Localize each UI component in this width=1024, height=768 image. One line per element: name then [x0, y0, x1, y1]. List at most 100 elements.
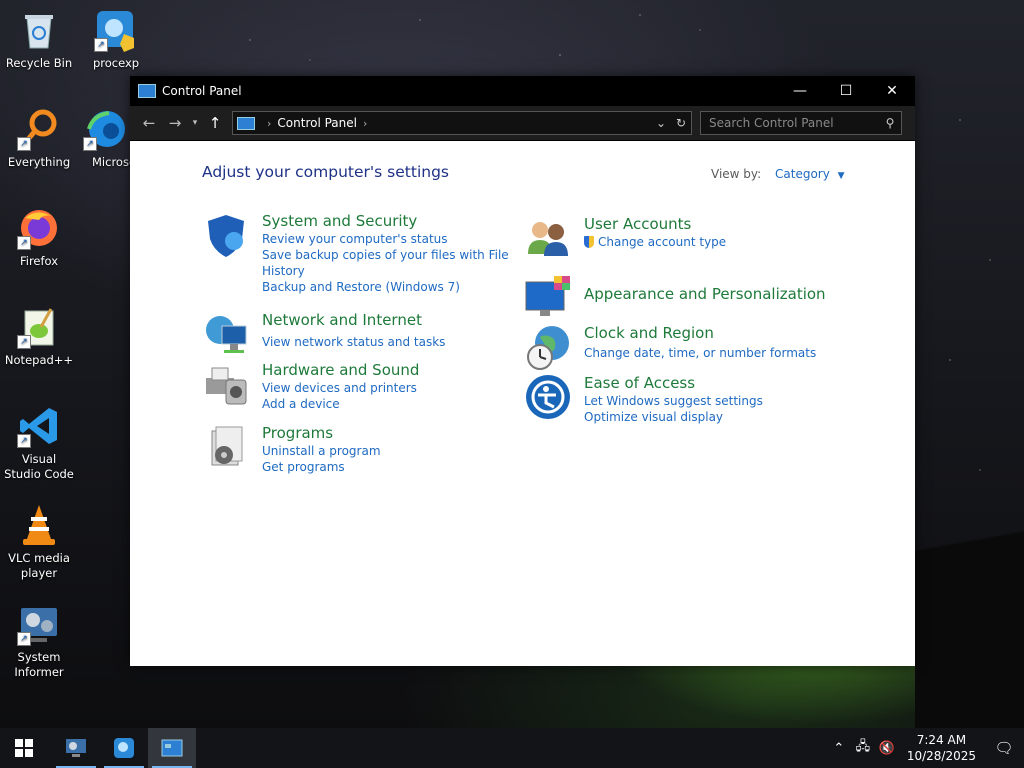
desktop-icon-vscode[interactable]: ↗ Visual Studio Code — [3, 404, 75, 482]
view-by-label: View by: — [711, 167, 762, 181]
programs-icon[interactable] — [202, 423, 250, 471]
notification-icon[interactable]: 🗨 — [984, 739, 1024, 757]
volume-muted-icon[interactable]: 🔇 — [875, 741, 899, 756]
control-panel-content: Adjust your computer's settings View by:… — [130, 141, 915, 666]
shortcut-arrow-icon: ↗ — [17, 434, 31, 448]
address-path[interactable]: › Control Panel › ⌄ ↻ — [232, 111, 692, 135]
category-title[interactable]: Network and Internet — [262, 310, 445, 330]
globe-clock-icon[interactable] — [524, 323, 572, 371]
taskbar-procexp[interactable] — [100, 728, 148, 768]
desktop-icon-notepad-plus-plus[interactable]: ↗ Notepad++ — [3, 305, 75, 368]
procexp-icon: ↗ — [94, 8, 138, 52]
category-title[interactable]: Ease of Access — [584, 373, 763, 393]
forward-arrow-icon[interactable]: → — [162, 110, 188, 136]
shortcut-arrow-icon: ↗ — [17, 137, 31, 151]
desktop-icon-system-informer[interactable]: ↗ System Informer — [3, 602, 75, 680]
category-link[interactable]: Change account type — [584, 234, 726, 250]
minimize-button[interactable]: — — [777, 76, 823, 106]
monitor-palette-icon[interactable] — [524, 274, 572, 322]
clock-time: 7:24 AM — [916, 733, 967, 747]
close-button[interactable]: ✕ — [869, 76, 915, 106]
breadcrumb-chevron-icon[interactable]: › — [363, 117, 367, 130]
view-by: View by: Category ▼ — [711, 167, 845, 181]
recent-locations-chevron-icon[interactable]: ▾ — [188, 110, 202, 136]
category-link[interactable]: History — [262, 263, 509, 279]
category-title[interactable]: Hardware and Sound — [262, 360, 419, 380]
notepad-plus-plus-icon: ↗ — [17, 305, 61, 349]
category-link[interactable]: Backup and Restore (Windows 7) — [262, 279, 509, 295]
search-icon[interactable]: ⚲ — [879, 116, 901, 130]
window-title: Control Panel — [162, 84, 242, 98]
search-input[interactable]: Search Control Panel ⚲ — [700, 111, 902, 135]
category-clock-and-region: Clock and Region Change date, time, or n… — [524, 323, 816, 371]
wallpaper-mountain — [915, 500, 1024, 728]
category-link[interactable]: Get programs — [262, 459, 381, 475]
network-globe-icon[interactable] — [202, 310, 250, 358]
edge-icon: ↗ — [83, 107, 127, 151]
view-by-dropdown[interactable]: Category — [775, 167, 830, 181]
category-title[interactable]: User Accounts — [584, 214, 726, 234]
recycle-bin-icon — [17, 8, 61, 52]
shield-icon[interactable] — [202, 211, 250, 259]
desktop-icon-label: Microsoft Edge — [92, 155, 130, 169]
category-user-accounts: User Accounts Change account type — [524, 214, 726, 262]
users-icon[interactable] — [524, 214, 572, 262]
system-tray: ⌃ 🖧 🔇 7:24 AM 10/28/2025 🗨 — [827, 728, 1024, 768]
chevron-up-icon[interactable]: ⌃ — [827, 741, 851, 756]
vscode-icon: ↗ — [17, 404, 61, 448]
address-bar: ← → ▾ ↑ › Control Panel › ⌄ ↻ Search Con… — [130, 106, 915, 141]
breadcrumb-control-panel[interactable]: Control Panel — [277, 116, 357, 130]
category-programs: Programs Uninstall a program Get program… — [202, 423, 381, 475]
desktop-icon-label: Visual Studio Code — [4, 452, 74, 481]
taskbar-system-informer[interactable] — [52, 728, 100, 768]
category-title[interactable]: Appearance and Personalization — [584, 274, 826, 304]
desktop-icon-vlc[interactable]: VLC media player — [3, 503, 75, 581]
control-panel-icon — [138, 84, 156, 98]
desktop-icon-label: Firefox — [19, 254, 59, 268]
category-link[interactable]: Review your computer's status — [262, 231, 509, 247]
taskbar-control-panel[interactable] — [148, 728, 196, 768]
maximize-button[interactable]: ☐ — [823, 76, 869, 106]
shortcut-arrow-icon: ↗ — [17, 632, 31, 646]
accessibility-icon[interactable] — [524, 373, 572, 421]
shortcut-arrow-icon: ↗ — [83, 137, 97, 151]
printer-icon[interactable] — [202, 360, 250, 408]
category-link[interactable]: Optimize visual display — [584, 409, 763, 425]
desktop-icon-everything[interactable]: ↗ Everything — [3, 107, 75, 170]
category-link[interactable]: View devices and printers — [262, 380, 419, 396]
category-title[interactable]: Programs — [262, 423, 381, 443]
desktop-icon-procexp[interactable]: ↗ procexp — [80, 8, 152, 71]
network-icon[interactable]: 🖧 — [851, 737, 875, 759]
title-bar[interactable]: Control Panel — ☐ ✕ — [130, 76, 915, 106]
refresh-icon[interactable]: ↻ — [671, 116, 691, 130]
desktop-icon-label: Recycle Bin — [5, 56, 73, 70]
category-hardware-and-sound: Hardware and Sound View devices and prin… — [202, 360, 419, 412]
search-placeholder: Search Control Panel — [709, 116, 834, 130]
desktop-icon-edge[interactable]: ↗ Microsoft Edge — [80, 107, 130, 170]
start-button[interactable] — [0, 728, 48, 768]
desktop-icon-label: Notepad++ — [4, 353, 74, 367]
desktop-icon-recycle-bin[interactable]: Recycle Bin — [3, 8, 75, 71]
procexp-icon — [114, 738, 134, 758]
up-arrow-icon[interactable]: ↑ — [202, 110, 228, 136]
page-title: Adjust your computer's settings — [202, 163, 449, 181]
desktop-icon-label: System Informer — [14, 650, 64, 679]
category-link[interactable]: View network status and tasks — [262, 334, 445, 350]
category-title[interactable]: Clock and Region — [584, 323, 816, 343]
category-link[interactable]: Change date, time, or number formats — [584, 345, 816, 361]
category-link[interactable]: Add a device — [262, 396, 419, 412]
address-dropdown-icon[interactable]: ⌄ — [651, 116, 671, 130]
control-panel-window: Control Panel — ☐ ✕ ← → ▾ ↑ › Control Pa… — [130, 76, 915, 666]
shortcut-arrow-icon: ↗ — [17, 335, 31, 349]
category-title[interactable]: System and Security — [262, 211, 509, 231]
category-link[interactable]: Uninstall a program — [262, 443, 381, 459]
category-link[interactable]: Let Windows suggest settings — [584, 393, 763, 409]
back-arrow-icon[interactable]: ← — [136, 110, 162, 136]
desktop-icon-firefox[interactable]: ↗ Firefox — [3, 206, 75, 269]
category-system-and-security: System and Security Review your computer… — [202, 211, 509, 295]
category-link[interactable]: Save backup copies of your files with Fi… — [262, 247, 509, 263]
chevron-down-icon[interactable]: ▼ — [838, 171, 845, 181]
clock-date: 10/28/2025 — [906, 749, 976, 763]
clock[interactable]: 7:24 AM 10/28/2025 — [907, 732, 976, 764]
vlc-cone-icon — [17, 503, 61, 547]
